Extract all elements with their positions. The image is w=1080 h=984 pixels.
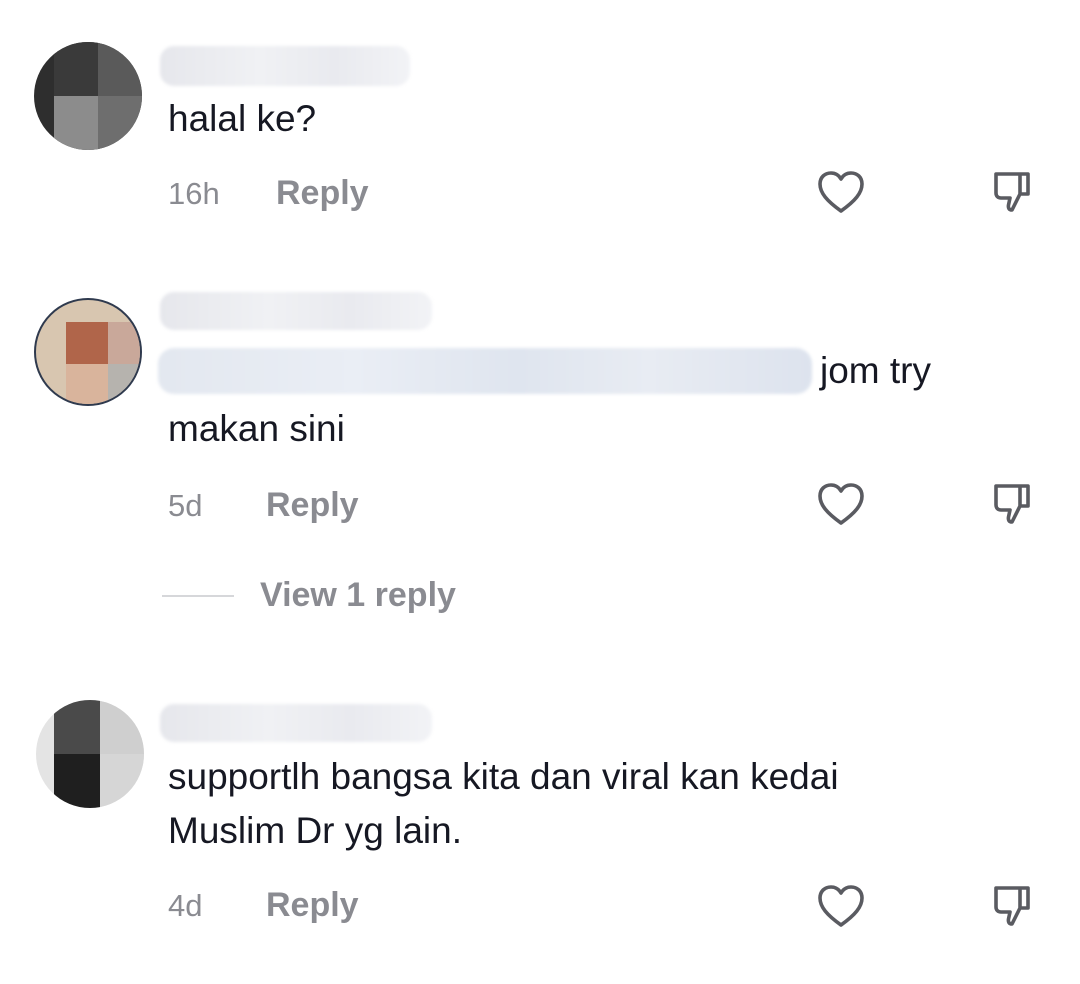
avatar[interactable] (36, 700, 144, 808)
comment-timestamp: 4d (168, 888, 203, 923)
username-redacted[interactable] (160, 704, 432, 742)
heart-outline-icon (818, 171, 864, 213)
comment-text-line1: jom try (820, 350, 931, 391)
dislike-button[interactable] (988, 882, 1038, 932)
reply-button[interactable]: Reply (276, 174, 369, 213)
avatar[interactable] (34, 298, 142, 406)
thumbs-down-outline-icon (994, 886, 1030, 926)
avatar[interactable] (34, 42, 142, 150)
thumbs-down-outline-icon (994, 172, 1030, 212)
view-replies-label[interactable]: View 1 reply (260, 576, 456, 615)
heart-outline-icon (818, 885, 864, 927)
thumbs-down-outline-icon (994, 484, 1030, 524)
like-button[interactable] (816, 480, 866, 530)
comment-timestamp: 5d (168, 488, 203, 523)
comment-item: supportlh bangsa kita dan viral kan keda… (0, 690, 1080, 984)
reply-button[interactable]: Reply (266, 486, 359, 525)
view-replies-button[interactable]: View 1 reply (162, 576, 456, 615)
comment-item: halal ke? 16h Reply (0, 0, 1080, 250)
comment-text-line2: Muslim Dr yg lain. (168, 810, 462, 851)
reply-button[interactable]: Reply (266, 886, 359, 925)
username-redacted[interactable] (160, 292, 432, 330)
comment-timestamp: 16h (168, 176, 220, 211)
dislike-button[interactable] (988, 480, 1038, 530)
comment-text: halal ke? (168, 98, 317, 139)
comment-text-line1: supportlh bangsa kita dan viral kan keda… (168, 756, 839, 797)
reply-thread-divider (162, 594, 234, 597)
like-button[interactable] (816, 882, 866, 932)
username-redacted[interactable] (160, 46, 410, 86)
mention-redacted[interactable] (158, 348, 812, 394)
like-button[interactable] (816, 168, 866, 218)
comment-item: jom try makan sini 5d Reply View 1 reply (0, 280, 1080, 630)
comment-text-line2: makan sini (168, 408, 345, 449)
heart-outline-icon (818, 483, 864, 525)
dislike-button[interactable] (988, 168, 1038, 218)
